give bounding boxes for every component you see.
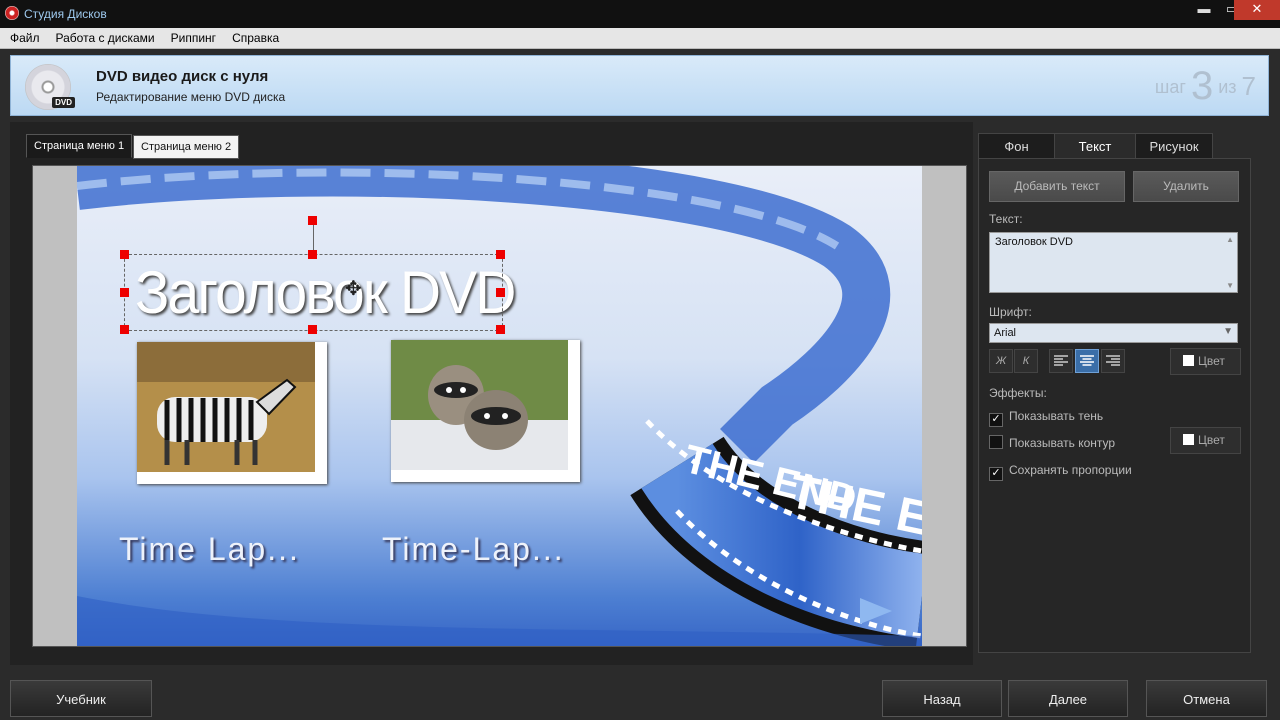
- menu-disc-work[interactable]: Работа с дисками: [46, 28, 161, 45]
- font-label: Шрифт:: [989, 305, 1032, 319]
- text-label: Текст:: [989, 212, 1023, 226]
- app-icon: [5, 6, 19, 20]
- minimize-button[interactable]: ▬: [1190, 0, 1218, 20]
- resize-handle[interactable]: [308, 250, 317, 259]
- delete-button[interactable]: Удалить: [1133, 171, 1239, 202]
- raccoon-image: [391, 340, 568, 470]
- text-input[interactable]: Заголовок DVD ▲ ▼: [989, 232, 1238, 293]
- text-color-button[interactable]: Цвет: [1170, 348, 1241, 375]
- text-input-value: Заголовок DVD: [995, 236, 1073, 248]
- step-prefix: шаг: [1154, 77, 1186, 97]
- menu-file[interactable]: Файл: [0, 28, 46, 45]
- bold-button[interactable]: Ж: [989, 349, 1013, 373]
- scroll-down-icon[interactable]: ▼: [1226, 281, 1234, 290]
- dvd-badge: DVD: [52, 97, 75, 108]
- properties-panel: Фон Текст Рисунок Добавить текст Удалить…: [978, 133, 1251, 653]
- chevron-down-icon: ▼: [1223, 326, 1233, 337]
- wizard-header: DVD DVD видео диск с нуля Редактирование…: [10, 55, 1269, 116]
- step-of: из: [1218, 77, 1237, 97]
- selection-box[interactable]: [124, 254, 503, 331]
- tab-menu-page-2[interactable]: Страница меню 2: [133, 135, 240, 159]
- step-total: 7: [1241, 71, 1256, 101]
- raccoon-photo[interactable]: [391, 340, 580, 482]
- align-right-button[interactable]: [1101, 349, 1125, 373]
- align-right-icon: [1106, 355, 1120, 366]
- color-swatch: [1183, 355, 1194, 366]
- menu-preview[interactable]: THE END THE END Заголовок DVD ✥ Time Lap…: [77, 166, 922, 646]
- menu-caption-2[interactable]: Time-Lap...: [382, 531, 565, 568]
- outline-color-label: Цвет: [1198, 433, 1225, 447]
- checkbox-checked-icon: ✓: [989, 467, 1003, 481]
- menu-help[interactable]: Справка: [222, 28, 285, 45]
- cancel-button[interactable]: Отмена: [1146, 680, 1267, 717]
- step-indicator: шаг 3 из 7: [1155, 64, 1256, 109]
- close-button[interactable]: ✕: [1234, 0, 1280, 20]
- keep-proportions-checkbox[interactable]: ✓ Сохранять пропорции: [989, 463, 1132, 481]
- align-center-button[interactable]: [1075, 349, 1099, 373]
- resize-handle[interactable]: [496, 288, 505, 297]
- resize-handle[interactable]: [120, 325, 129, 334]
- resize-handle[interactable]: [496, 250, 505, 259]
- move-cursor-icon: ✥: [345, 278, 362, 300]
- tab-text[interactable]: Текст: [1054, 133, 1136, 159]
- menu-ripping[interactable]: Риппинг: [161, 28, 222, 45]
- tutorial-button[interactable]: Учебник: [10, 680, 152, 717]
- tab-picture[interactable]: Рисунок: [1135, 133, 1213, 160]
- menu-bar: Файл Работа с дисками Риппинг Справка: [0, 28, 1280, 49]
- tab-menu-page-1[interactable]: Страница меню 1: [26, 134, 133, 158]
- font-select-value: Arial: [994, 327, 1017, 339]
- outline-color-button[interactable]: Цвет: [1170, 427, 1241, 454]
- resize-handle[interactable]: [120, 250, 129, 259]
- title-bar: Студия Дисков ▬ ▭ ✕: [0, 0, 1280, 28]
- align-left-button[interactable]: [1049, 349, 1073, 373]
- keep-proportions-label: Сохранять пропорции: [1009, 463, 1132, 477]
- next-button[interactable]: Далее: [1008, 680, 1128, 717]
- font-select[interactable]: Arial ▼: [989, 323, 1238, 343]
- resize-handle[interactable]: [496, 325, 505, 334]
- page-subtitle: Редактирование меню DVD диска: [96, 90, 286, 104]
- italic-button[interactable]: К: [1014, 349, 1038, 373]
- resize-handle[interactable]: [120, 288, 129, 297]
- align-center-icon: [1080, 355, 1094, 366]
- window-title: Студия Дисков: [24, 7, 107, 21]
- zebra-photo[interactable]: [137, 342, 327, 484]
- shadow-label: Показывать тень: [1009, 409, 1104, 423]
- resize-handle[interactable]: [308, 325, 317, 334]
- zebra-image: [137, 342, 315, 472]
- rotate-handle[interactable]: [308, 216, 317, 225]
- scroll-up-icon[interactable]: ▲: [1226, 235, 1234, 244]
- rotate-handle-line: [313, 225, 314, 250]
- align-left-icon: [1054, 355, 1068, 366]
- back-button[interactable]: Назад: [882, 680, 1002, 717]
- menu-caption-1[interactable]: Time Lap...: [119, 531, 300, 568]
- step-number: 3: [1190, 64, 1214, 108]
- add-text-button[interactable]: Добавить текст: [989, 171, 1125, 202]
- text-color-label: Цвет: [1198, 354, 1225, 368]
- menu-canvas: THE END THE END Заголовок DVD ✥ Time Lap…: [32, 165, 967, 647]
- color-swatch: [1183, 434, 1194, 445]
- outline-label: Показывать контур: [1009, 436, 1116, 450]
- outline-checkbox[interactable]: Показывать контур: [989, 435, 1115, 450]
- shadow-checkbox[interactable]: ✓ Показывать тень: [989, 409, 1103, 427]
- menu-editor-panel: Страница меню 1 Страница меню 2 THE END …: [10, 122, 973, 665]
- checkbox-unchecked-icon: [989, 435, 1003, 449]
- effects-label: Эффекты:: [989, 386, 1047, 400]
- dvd-disc-icon: DVD: [25, 64, 75, 110]
- tab-background[interactable]: Фон: [978, 133, 1055, 160]
- page-title: DVD видео диск с нуля: [96, 68, 269, 85]
- text-properties: Добавить текст Удалить Текст: Заголовок …: [978, 158, 1251, 653]
- checkbox-checked-icon: ✓: [989, 413, 1003, 427]
